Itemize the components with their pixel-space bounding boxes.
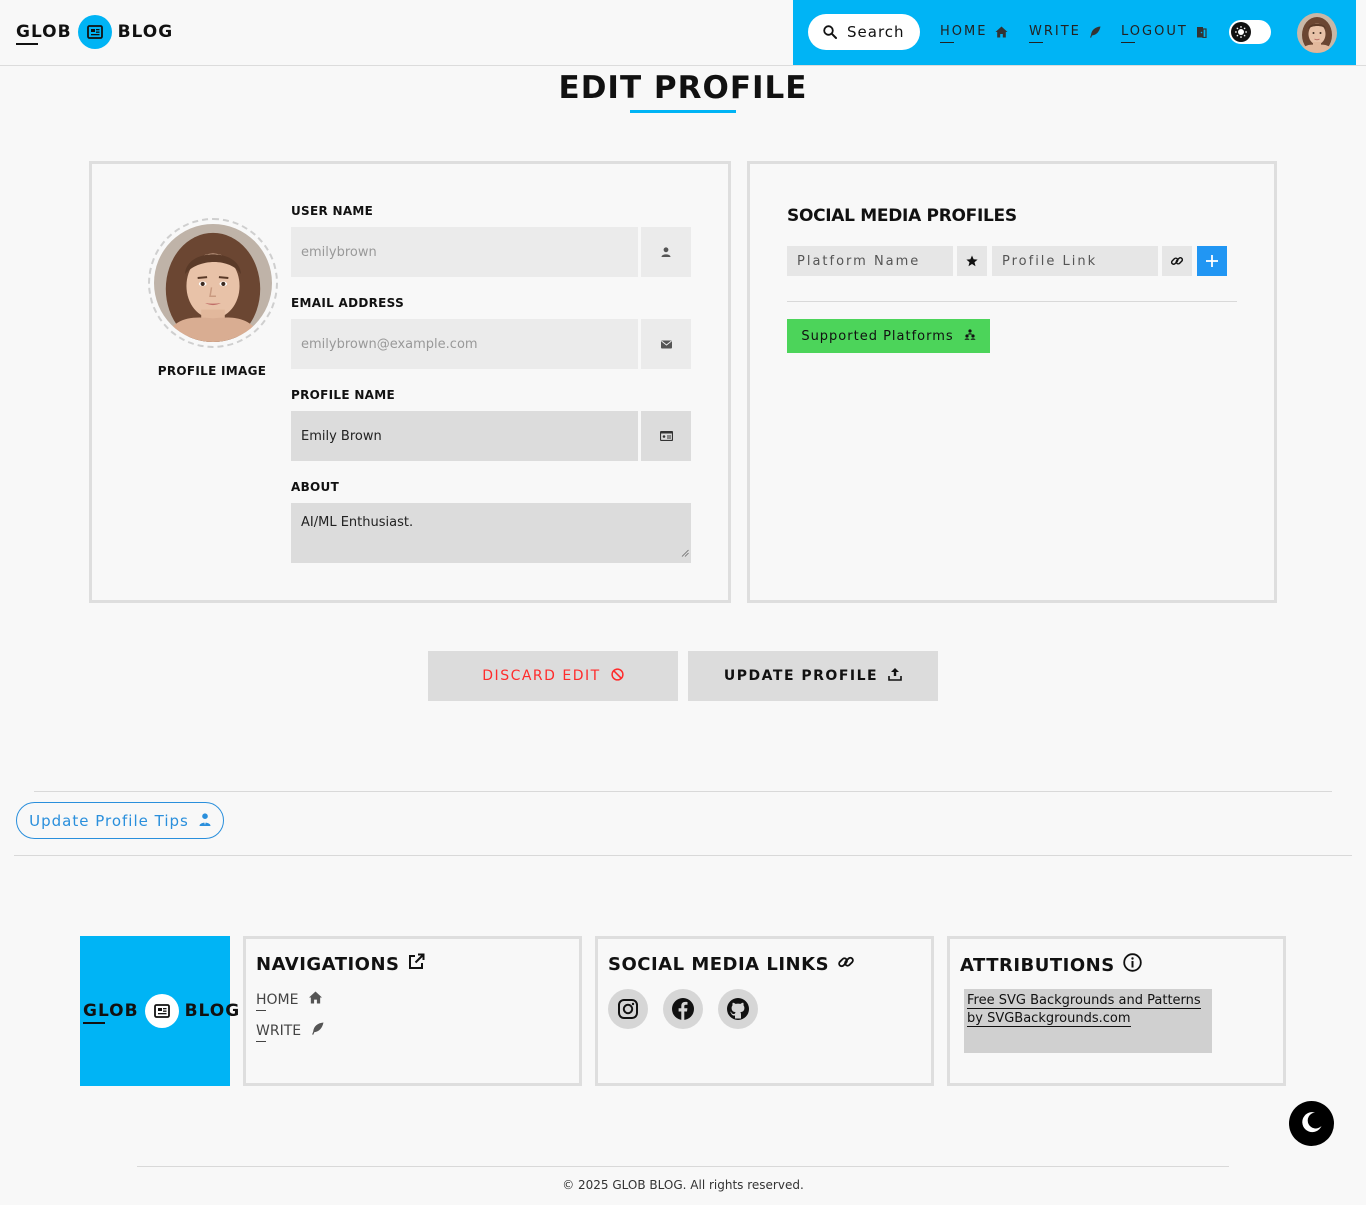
moon-icon [1301,1111,1323,1137]
info-icon [1123,953,1142,977]
footer-write-label: WRITE [256,1022,302,1042]
user-tie-icon [199,812,211,830]
plus-icon [1206,252,1218,271]
profile-image[interactable] [148,218,278,348]
profile-image-label: PROFILE IMAGE [157,364,267,378]
footer-logo-text-right: BLOG [184,1001,241,1021]
user-icon [641,227,691,277]
add-social-button[interactable] [1197,246,1227,276]
about-text: AI/ML Enthusiast. [301,515,414,530]
update-profile-tips-button[interactable]: Update Profile Tips [16,802,224,839]
footer-logo-row: GLOB BLOG [83,994,240,1028]
top-header: GLOB BLOG Search HOME WRITE LOGOUT [0,0,1366,66]
navigations-title: NAVIGATIONS [256,953,400,975]
link-icon [1162,246,1192,276]
update-profile-button[interactable]: UPDATE PROFILE [688,651,938,701]
footer-link-icon [837,953,855,976]
about-textarea[interactable]: AI/ML Enthusiast. [291,503,691,563]
social-links-title: SOCIAL MEDIA LINKS [608,954,830,975]
nav-write-label: WRITE [1029,24,1081,43]
update-profile-label: UPDATE PROFILE [723,668,879,684]
footer-newspaper-icon [144,994,179,1028]
instagram-icon[interactable] [608,989,648,1029]
nav-home-label: HOME [940,24,988,43]
footer-nav-home[interactable]: HOME [256,991,323,1011]
home-icon [995,26,1008,38]
attributions-title: ATTRIBUTIONS [960,954,1115,976]
discard-edit-label: DISCARD EDIT [482,668,601,684]
newspaper-icon [77,15,112,49]
search-button[interactable]: Search [808,14,920,50]
page-title: EDIT PROFILE [558,70,808,106]
tips-label: Update Profile Tips [29,811,189,830]
navigations-heading: NAVIGATIONS [256,953,425,975]
footer-logo-text-left: GLOB [83,1001,139,1024]
door-exit-icon [1196,26,1208,38]
nav-bar: Search HOME WRITE LOGOUT [793,0,1356,65]
theme-toggle[interactable] [1229,20,1271,44]
username-label: USER NAME [291,204,374,218]
feather-icon [1089,26,1101,38]
ban-icon [611,667,624,685]
id-card-icon [641,411,691,461]
profile-name-field[interactable]: Emily Brown [291,411,638,461]
github-icon[interactable] [718,989,758,1029]
nav-home[interactable]: HOME [940,24,1008,43]
discard-edit-button[interactable]: DISCARD EDIT [428,651,678,701]
star-icon [957,246,987,276]
footer-attributions: ATTRIBUTIONS Free SVG Backgrounds and Pa… [947,936,1286,1086]
search-label: Search [847,23,905,41]
envelope-icon [641,319,691,369]
footer-social-links: SOCIAL MEDIA LINKS [595,936,934,1086]
users-group-icon [964,328,976,344]
social-profiles-title: SOCIAL MEDIA PROFILES [787,206,1017,226]
about-label: ABOUT [291,480,340,494]
profile-form-panel: PROFILE IMAGE USER NAME emilybrown EMAIL… [89,161,731,603]
supported-platforms-button[interactable]: Supported Platforms [787,319,990,353]
upload-icon [888,667,902,685]
facebook-icon[interactable] [663,989,703,1029]
resize-grip-icon[interactable] [681,546,689,561]
attribution-text: Free SVG Backgrounds and Patterns by SVG… [967,993,1201,1027]
username-field[interactable]: emilybrown [291,227,638,277]
email-label: EMAIL ADDRESS [291,296,405,310]
dark-mode-button[interactable] [1289,1101,1334,1146]
search-icon [823,25,837,39]
footer-nav-write[interactable]: WRITE [256,1022,324,1042]
section-divider [34,791,1332,792]
platform-name-input[interactable]: Platform Name [787,246,953,276]
attribution-link[interactable]: Free SVG Backgrounds and Patterns by SVG… [964,989,1212,1053]
site-logo[interactable]: GLOB BLOG [16,15,173,49]
supported-platforms-label: Supported Platforms [801,328,954,344]
social-profiles-panel: SOCIAL MEDIA PROFILES Platform Name Prof… [747,161,1277,603]
social-divider [787,301,1237,302]
social-links-heading: SOCIAL MEDIA LINKS [608,953,855,976]
logo-text-left: GLOB [16,22,72,45]
nav-logout-label: LOGOUT [1121,24,1188,43]
footer-logo[interactable]: GLOB BLOG [80,936,239,1086]
copyright-text: © 2025 GLOB BLOG. All rights reserved. [562,1178,804,1192]
sun-icon [1231,22,1251,42]
footer-feather-icon [311,1022,324,1039]
user-avatar[interactable] [1297,13,1337,53]
logo-text-right: BLOG [117,22,174,42]
footer-divider [14,855,1352,856]
email-field[interactable]: emilybrown@example.com [291,319,638,369]
profile-name-label: PROFILE NAME [291,388,395,402]
footer-home-label: HOME [256,991,299,1011]
nav-logout[interactable]: LOGOUT [1121,24,1208,43]
nav-write[interactable]: WRITE [1029,24,1101,43]
copyright-divider [137,1166,1229,1167]
title-underline [630,110,736,113]
footer-navigations: NAVIGATIONS HOME WRITE [243,936,582,1086]
external-link-icon [408,953,425,975]
footer-home-icon [308,991,323,1008]
profile-link-input[interactable]: Profile Link [992,246,1158,276]
attributions-heading: ATTRIBUTIONS [960,953,1142,977]
